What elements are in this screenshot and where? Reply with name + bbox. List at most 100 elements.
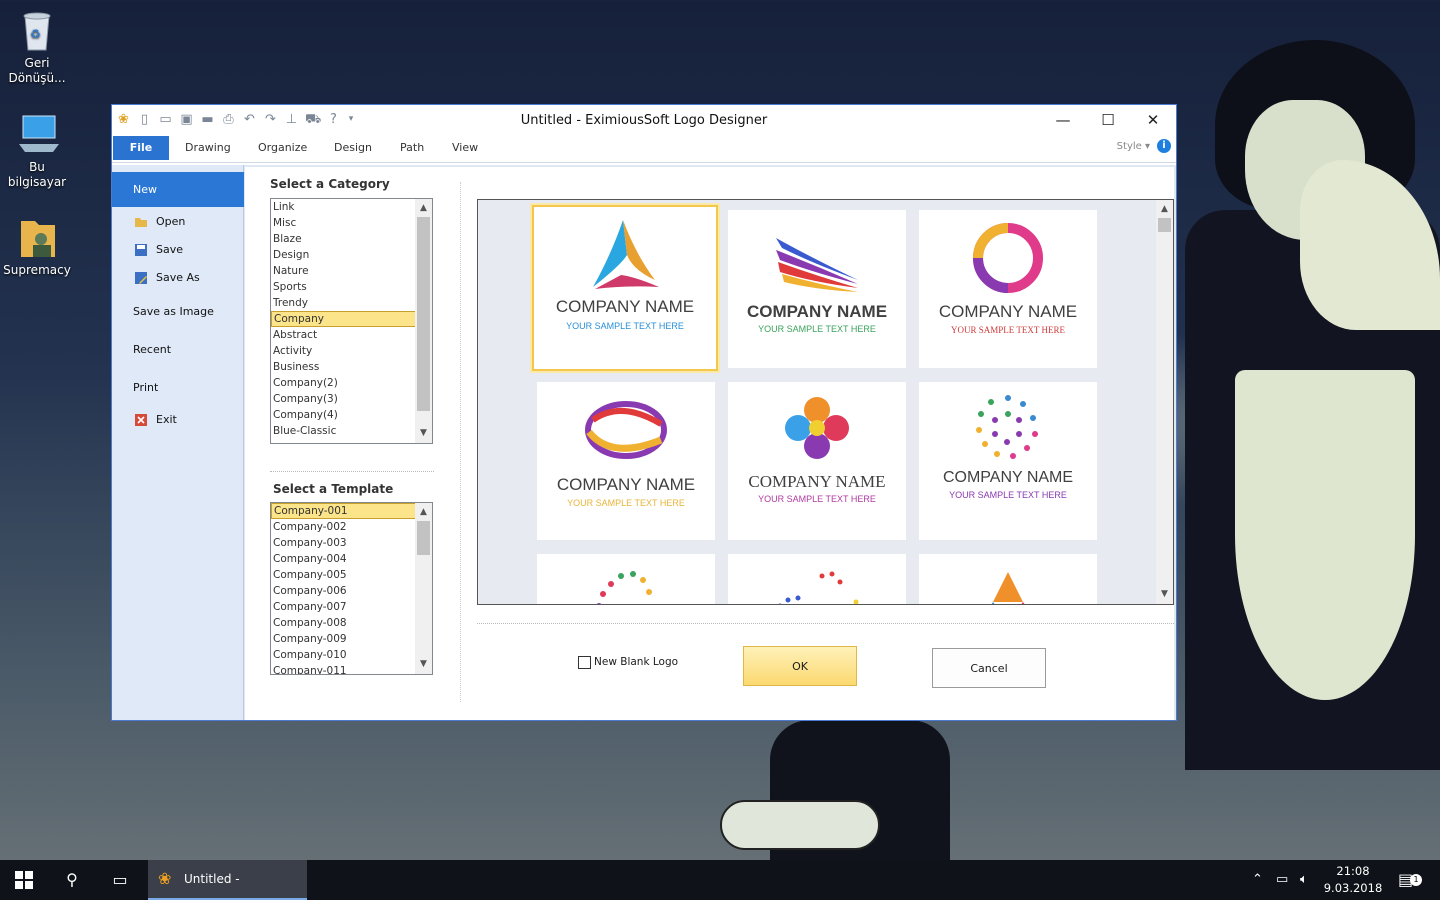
file-menu-recent[interactable]: Recent: [112, 339, 244, 361]
customize-qat-icon[interactable]: ▾: [347, 112, 355, 127]
category-list-item[interactable]: Company: [271, 311, 432, 327]
task-view-icon[interactable]: ▭: [96, 860, 144, 900]
file-menu-save-as-image[interactable]: Save as Image: [112, 301, 244, 323]
template-scrollbar[interactable]: ▲ ▼: [415, 503, 432, 674]
category-list-item[interactable]: Link: [271, 199, 432, 215]
category-list-item[interactable]: Blue-Classic: [271, 423, 432, 439]
notifications-icon[interactable]: ▤ 1: [1398, 860, 1422, 900]
category-list-item[interactable]: Company(3): [271, 391, 432, 407]
category-list-item[interactable]: Company(2): [271, 375, 432, 391]
desktop-icon-recycle-bin[interactable]: ♻ Geri Dönüşü...: [0, 8, 75, 86]
category-list-item[interactable]: Sports: [271, 279, 432, 295]
taskbar-app-label: Untitled - Eximious...: [184, 872, 240, 886]
network-icon[interactable]: ▭: [1276, 860, 1288, 900]
template-card[interactable]: COMPANY NAME YOUR SAMPLE TEXT HERE: [728, 382, 906, 540]
help-icon[interactable]: ?: [326, 112, 341, 127]
minimize-button[interactable]: —: [1040, 105, 1086, 135]
cart-icon[interactable]: ⛟: [305, 112, 321, 127]
tab-organize[interactable]: Organize: [258, 141, 307, 154]
scroll-up-icon[interactable]: ▲: [1156, 202, 1173, 217]
divider: [477, 623, 1174, 624]
open-folder-icon[interactable]: ▭: [158, 112, 173, 127]
scroll-up-icon[interactable]: ▲: [415, 201, 432, 216]
scroll-down-icon[interactable]: ▼: [1156, 587, 1173, 602]
category-list-item[interactable]: Trendy: [271, 295, 432, 311]
redo-icon[interactable]: ↷: [263, 112, 278, 127]
tab-path[interactable]: Path: [400, 141, 424, 154]
scroll-down-icon[interactable]: ▼: [415, 657, 432, 672]
template-list[interactable]: Company-001 Company-002 Company-003 Company…: [270, 502, 433, 675]
template-gallery[interactable]: COMPANY NAME YOUR SAMPLE TEXT HERE COMPA…: [477, 199, 1174, 605]
file-menu-new[interactable]: New: [112, 172, 244, 207]
save-image-icon[interactable]: ▬: [200, 112, 215, 127]
category-list-item[interactable]: Business: [271, 359, 432, 375]
app-logo-icon[interactable]: ❀: [116, 112, 131, 127]
info-icon[interactable]: i: [1157, 139, 1171, 153]
scroll-up-icon[interactable]: ▲: [415, 505, 432, 520]
scroll-down-icon[interactable]: ▼: [415, 426, 432, 441]
template-card[interactable]: COMPANY NAME YOUR SAMPLE TEXT HERE: [537, 382, 715, 540]
undo-icon[interactable]: ↶: [242, 112, 257, 127]
cancel-button[interactable]: Cancel: [932, 648, 1046, 688]
volume-icon[interactable]: 🔈︎: [1300, 860, 1308, 900]
template-list-item[interactable]: Company-010: [271, 647, 432, 663]
print-icon[interactable]: ⎙: [221, 112, 236, 127]
category-list-item[interactable]: Company(4): [271, 407, 432, 423]
category-list-item[interactable]: Abstract: [271, 327, 432, 343]
category-scrollbar[interactable]: ▲ ▼: [415, 199, 432, 443]
scroll-thumb[interactable]: [417, 217, 430, 411]
template-card[interactable]: [537, 554, 715, 604]
file-menu-save[interactable]: Save: [112, 239, 244, 261]
file-menu-exit[interactable]: Exit: [112, 409, 244, 431]
new-document-icon[interactable]: ▯: [137, 112, 152, 127]
new-blank-logo-checkbox[interactable]: [578, 656, 591, 669]
taskbar-app-logo-designer[interactable]: ❀ Untitled - Eximious...: [148, 860, 307, 900]
template-card[interactable]: COMPANY NAME YOUR SAMPLE TEXT HERE: [919, 210, 1097, 368]
tab-view[interactable]: View: [452, 141, 478, 154]
template-list-item[interactable]: Company-002: [271, 519, 432, 535]
close-button[interactable]: ✕: [1130, 105, 1176, 135]
template-list-item[interactable]: Company-007: [271, 599, 432, 615]
show-hidden-icons-icon[interactable]: ⌃: [1252, 860, 1263, 900]
tab-file[interactable]: File: [113, 136, 169, 160]
template-card[interactable]: COMPANY NAME YOUR SAMPLE TEXT HERE: [728, 210, 906, 368]
template-list-item[interactable]: Company-006: [271, 583, 432, 599]
gallery-scrollbar[interactable]: ▲ ▼: [1156, 200, 1173, 604]
scroll-thumb[interactable]: [417, 521, 430, 555]
category-list-item[interactable]: Misc: [271, 215, 432, 231]
search-icon[interactable]: ⚲: [48, 860, 96, 900]
stamp-icon[interactable]: ⊥: [284, 112, 299, 127]
template-list-item[interactable]: Company-004: [271, 551, 432, 567]
template-list-item[interactable]: Company-009: [271, 631, 432, 647]
template-card[interactable]: [728, 554, 906, 604]
category-list[interactable]: Link Misc Blaze Design Nature Sports Trendy Com…: [270, 198, 433, 444]
template-card[interactable]: [919, 554, 1097, 604]
file-menu-open[interactable]: Open: [112, 211, 244, 233]
category-list-item[interactable]: Nature: [271, 263, 432, 279]
template-list-item[interactable]: Company-003: [271, 535, 432, 551]
ok-button[interactable]: OK: [743, 646, 857, 686]
template-list-item[interactable]: Company-008: [271, 615, 432, 631]
tab-design[interactable]: Design: [334, 141, 372, 154]
title-bar[interactable]: ❀ ▯ ▭ ▣ ▬ ⎙ ↶ ↷ ⊥ ⛟ ? ▾ Untitled - Eximi…: [112, 105, 1176, 135]
save-icon[interactable]: ▣: [179, 112, 194, 127]
template-card[interactable]: COMPANY NAME YOUR SAMPLE TEXT HERE: [919, 382, 1097, 540]
clock[interactable]: 21:08 9.03.2018: [1318, 863, 1388, 897]
desktop-icon-this-pc[interactable]: Bu bilgisayar: [0, 112, 75, 190]
template-list-item[interactable]: Company-011: [271, 663, 432, 674]
scroll-thumb[interactable]: [1158, 218, 1171, 232]
category-list-item[interactable]: Design: [271, 247, 432, 263]
style-dropdown[interactable]: Style ▾: [1117, 141, 1150, 152]
template-list-item[interactable]: Company-001: [271, 503, 432, 519]
category-list-item[interactable]: Activity: [271, 343, 432, 359]
file-menu-print[interactable]: Print: [112, 377, 244, 399]
template-card[interactable]: COMPANY NAME YOUR SAMPLE TEXT HERE: [532, 205, 718, 371]
desktop-icon-supremacy[interactable]: Supremacy: [0, 215, 75, 278]
start-button[interactable]: [0, 860, 48, 900]
category-list-item[interactable]: Blaze: [271, 231, 432, 247]
maximize-button[interactable]: ☐: [1085, 105, 1131, 135]
file-menu-save-as[interactable]: Save As: [112, 267, 244, 289]
template-list-item[interactable]: Company-005: [271, 567, 432, 583]
new-blank-logo-label[interactable]: New Blank Logo: [594, 656, 678, 668]
tab-drawing[interactable]: Drawing: [185, 141, 231, 154]
